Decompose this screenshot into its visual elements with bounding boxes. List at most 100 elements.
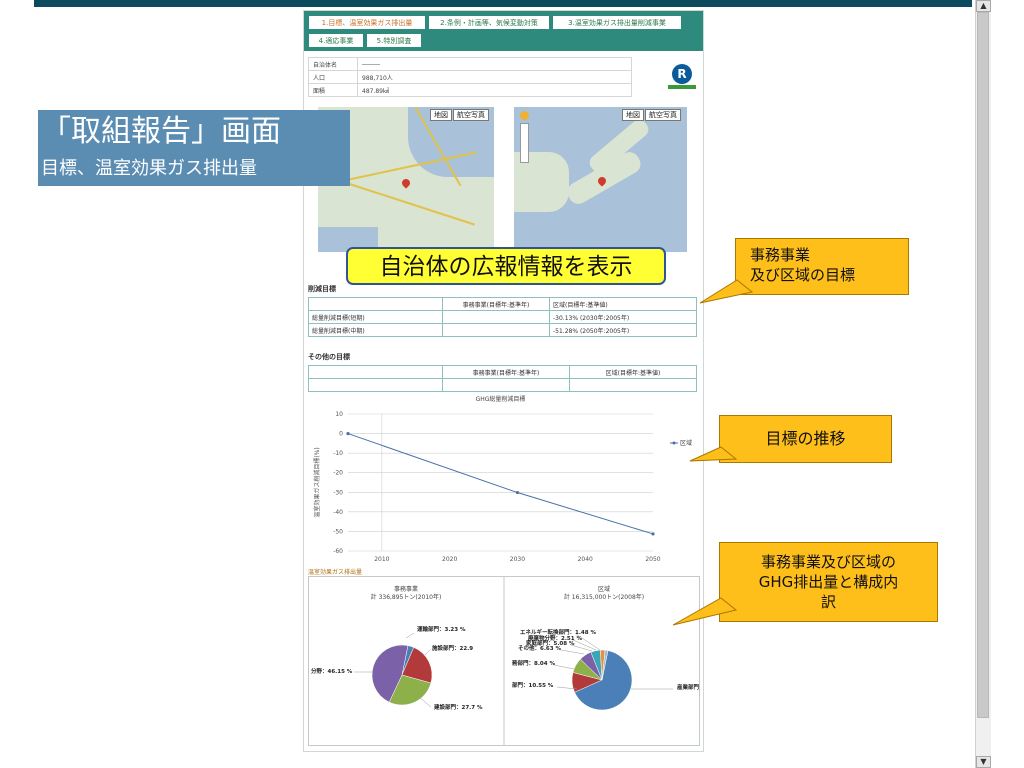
reduction-goals-table: 事務事業(目標年:基準年) 区域(目標年:基準値) 総量削減目標(短期) -30… bbox=[308, 297, 697, 337]
map-road bbox=[341, 180, 475, 226]
reduction-goals-title: 削減目標 bbox=[308, 285, 336, 293]
other-goals-title: その他の目標 bbox=[308, 353, 350, 361]
chart-title: GHG総量削減目標 bbox=[476, 395, 526, 403]
window-top-bar bbox=[34, 0, 972, 7]
y-tick-label: -20 bbox=[333, 470, 343, 477]
info-label: 自治体名 bbox=[308, 57, 358, 71]
line-chart-svg: GHG総量削減目標 10 0 -10 -20 -30 -40 -50 -60 2010 2020 20… bbox=[313, 395, 692, 563]
info-value: ――― bbox=[357, 57, 632, 71]
x-tick-label: 2040 bbox=[578, 556, 593, 563]
pie-slice-label: 産業部門：64 bbox=[677, 683, 699, 691]
pie-charts-svg: 事務事業計 336,895トン(2010年) 運輸部門：3.23 % 施設部門：22… bbox=[311, 577, 712, 745]
legend-marker bbox=[672, 441, 676, 445]
table-header-cell: 事務事業(目標年:基準年) bbox=[442, 365, 570, 379]
table-header-cell: 事務事業(目標年:基準年) bbox=[442, 297, 550, 311]
data-point bbox=[651, 532, 655, 536]
report-page: 1.目標、温室効果ガス排出量 2.条例・計画等、気候変動対策 3.温室効果ガス排… bbox=[303, 10, 712, 752]
pie-slice-label: 施設部門：22.9 bbox=[432, 644, 473, 652]
pie-leader-line bbox=[405, 632, 415, 639]
pie-leader-line bbox=[424, 649, 431, 656]
pie-title: 区域 bbox=[598, 585, 610, 593]
tab-ordinances-plans[interactable]: 2.条例・計画等、気候変動対策 bbox=[428, 15, 550, 30]
table-cell: -30.13% (2030年:2005年) bbox=[549, 310, 697, 324]
logo-ribbon bbox=[668, 85, 696, 89]
x-tick-label: 2030 bbox=[510, 556, 525, 563]
scroll-up-arrow-icon[interactable]: ▲ bbox=[976, 0, 991, 12]
callout-goals: 事務事業 及び区域の目標 bbox=[735, 238, 909, 295]
x-tick-label: 2020 bbox=[442, 556, 457, 563]
pie-slice-label: 務部門：8.04 % bbox=[512, 659, 555, 667]
pie-slice-label: 部門：10.55 % bbox=[512, 681, 554, 689]
y-tick-label: -10 bbox=[333, 450, 343, 457]
pie-slice-label: 建設部門：27.7 % bbox=[434, 703, 483, 711]
y-axis-label: 温室効果ガス削減目標(%) bbox=[313, 447, 321, 517]
tab-goals-emissions[interactable]: 1.目標、温室効果ガス排出量 bbox=[308, 15, 426, 30]
x-tick-label: 2050 bbox=[645, 556, 660, 563]
street-view-icon[interactable] bbox=[520, 111, 529, 120]
table-cell: -51.28% (2050年:2005年) bbox=[549, 323, 697, 337]
map-view-button[interactable]: 地図 bbox=[622, 109, 644, 121]
map-view-button[interactable]: 地図 bbox=[430, 109, 452, 121]
emissions-caption: 温室効果ガス排出量 bbox=[308, 569, 363, 576]
other-goals-table: 事務事業(目標年:基準年) 区域(目標年:基準値) bbox=[308, 365, 697, 392]
y-tick-label: -50 bbox=[333, 528, 343, 535]
table-header-cell bbox=[308, 365, 443, 379]
table-cell bbox=[442, 323, 550, 337]
pr-info-banner: 自治体の広報情報を表示 bbox=[346, 247, 666, 285]
callout-trend: 目標の推移 bbox=[719, 415, 892, 463]
logo-icon: R bbox=[672, 64, 692, 84]
y-tick-label: 10 bbox=[335, 411, 343, 418]
data-point bbox=[515, 490, 520, 495]
pie-subtitle: 計 16,315,000トン(2008年) bbox=[564, 593, 644, 601]
aerial-view-button[interactable]: 航空写真 bbox=[453, 109, 489, 121]
scroll-down-arrow-icon[interactable]: ▼ bbox=[976, 756, 991, 768]
pie-leader-line bbox=[553, 664, 575, 670]
pie-slice-label: 運輸部門：3.23 % bbox=[417, 625, 466, 633]
vertical-scrollbar[interactable]: ▲ ▼ bbox=[975, 0, 991, 768]
info-value: 988,710人 bbox=[357, 70, 632, 84]
table-header-cell bbox=[308, 297, 443, 311]
pie-slice-label: エネルギー転換部門：1.48 % bbox=[520, 628, 596, 636]
callout-line: 及び区域の目標 bbox=[750, 266, 856, 284]
y-tick-label: -60 bbox=[333, 548, 343, 555]
pie-leader-line bbox=[560, 649, 585, 655]
emissions-pie-charts: 事務事業計 336,895トン(2010年) 運輸部門：3.23 % 施設部門：22… bbox=[308, 576, 712, 746]
callout-line: 訳 bbox=[820, 593, 836, 611]
table-header-cell: 区域(目標年:基準値) bbox=[569, 365, 697, 379]
tab-reduction-projects[interactable]: 3.温室効果ガス排出量削減事業 bbox=[552, 15, 682, 30]
table-cell: 総量削減目標(短期) bbox=[308, 310, 443, 324]
ghg-target-line-chart: GHG総量削減目標 10 0 -10 -20 -30 -40 -50 -60 2010 2020 20… bbox=[308, 389, 700, 567]
municipality-info-table: 自治体名 ――― 人口 988,710人 面積 487.89㎢ bbox=[308, 57, 632, 97]
info-label: 面積 bbox=[308, 83, 358, 97]
pie-title: 事務事業 bbox=[394, 585, 418, 593]
screen-title-overlay: 「取組報告」画面 目標、温室効果ガス排出量 bbox=[38, 110, 350, 186]
overlay-subtitle: 目標、温室効果ガス排出量 bbox=[41, 158, 257, 179]
zoom-slider[interactable] bbox=[520, 123, 529, 163]
pie-leader-line bbox=[417, 695, 432, 708]
table-header-cell: 区域(目標年:基準値) bbox=[549, 297, 697, 311]
overlay-title: 「取組報告」画面 bbox=[41, 114, 281, 149]
info-label: 人口 bbox=[308, 70, 358, 84]
pie-subtitle: 計 336,895トン(2010年) bbox=[371, 593, 442, 601]
callout-line: 事務事業及び区域の bbox=[760, 553, 896, 571]
data-point bbox=[346, 431, 350, 436]
callout-emissions: 事務事業及び区域の GHG排出量と構成内 訳 bbox=[719, 542, 938, 622]
info-value: 487.89㎢ bbox=[357, 83, 632, 97]
x-tick-label: 2010 bbox=[374, 556, 389, 563]
tab-adaptation[interactable]: 4.適応事業 bbox=[308, 33, 364, 48]
pie-slice-label: 分野：46.15 % bbox=[311, 667, 353, 675]
callout-line: 事務事業 bbox=[750, 246, 811, 264]
scrollbar-thumb[interactable] bbox=[977, 12, 989, 718]
callout-line: GHG排出量と構成内 bbox=[758, 573, 899, 591]
tab-special-survey[interactable]: 5.特別調査 bbox=[366, 33, 422, 48]
y-tick-label: 0 bbox=[339, 431, 343, 438]
y-tick-label: -30 bbox=[333, 489, 343, 496]
y-tick-label: -40 bbox=[333, 509, 343, 516]
series-line-kuiki bbox=[347, 433, 654, 535]
location-pin-icon[interactable] bbox=[400, 177, 412, 189]
table-cell: 総量削減目標(中期) bbox=[308, 323, 443, 337]
legend-label: 区域 bbox=[680, 439, 692, 447]
tab-bar: 1.目標、温室効果ガス排出量 2.条例・計画等、気候変動対策 3.温室効果ガス排… bbox=[304, 11, 703, 51]
japan-map[interactable]: 地図 航空写真 bbox=[514, 107, 687, 252]
aerial-view-button[interactable]: 航空写真 bbox=[645, 109, 681, 121]
